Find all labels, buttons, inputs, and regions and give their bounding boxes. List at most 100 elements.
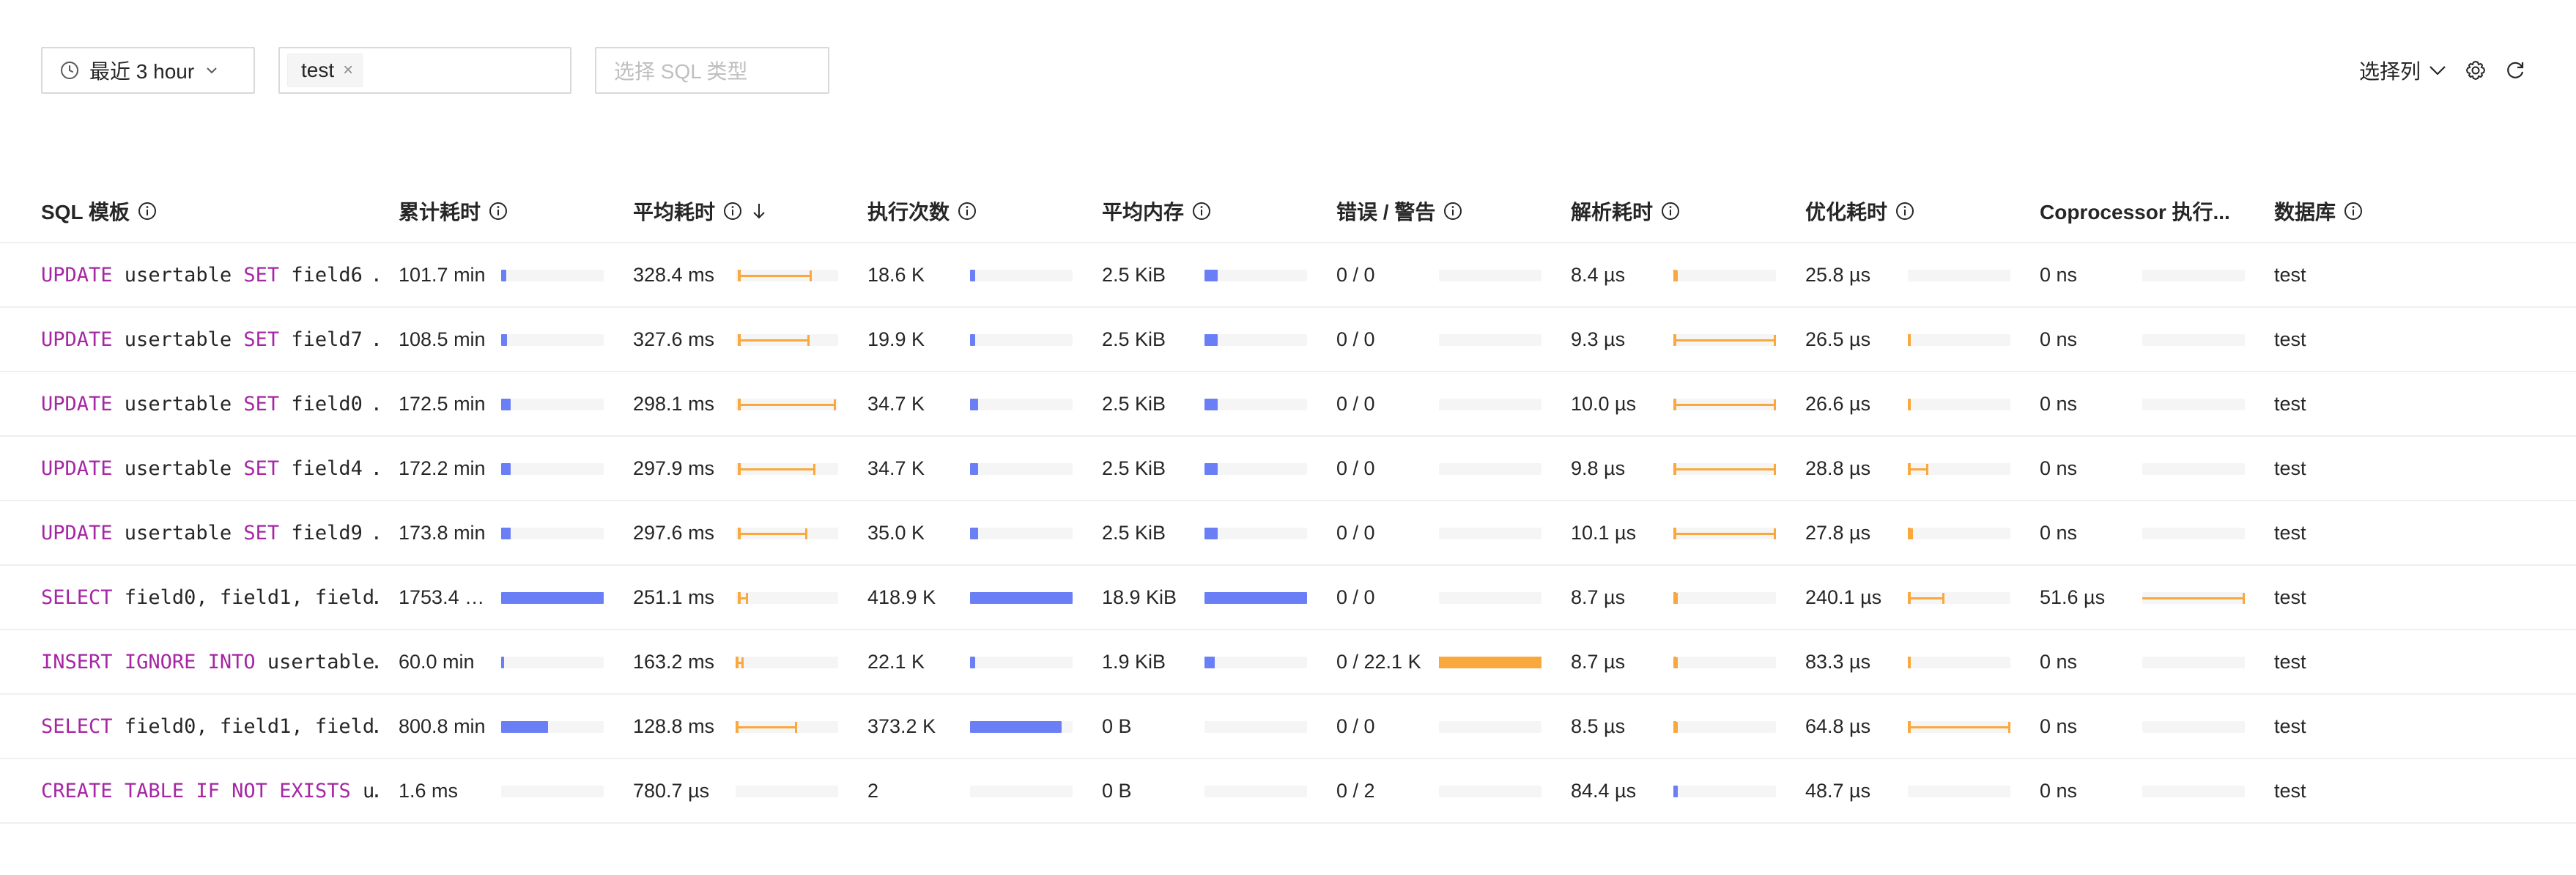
sum-latency-value: 172.5 min <box>399 392 486 415</box>
sql-keyword: UPDATE <box>41 263 113 287</box>
time-range-picker[interactable]: 最近 3 hour <box>41 47 255 94</box>
sort-descending-icon[interactable] <box>750 201 768 221</box>
sql-template-cell[interactable]: INSERT IGNORE INTO usertable… <box>41 630 378 693</box>
table-row[interactable]: SELECT field0, field1, field… 1753.4 … 251… <box>0 566 2576 630</box>
info-icon[interactable] <box>137 201 158 221</box>
parse-bar <box>1673 592 1776 604</box>
column-header-label: 错误 / 警告 <box>1336 201 1436 224</box>
sql-keyword: SET <box>243 263 280 287</box>
database-tag-label: test <box>301 59 335 81</box>
table-row[interactable]: UPDATE usertable SET field6 … 101.7 min 32… <box>0 243 2576 308</box>
table-row[interactable]: UPDATE usertable SET field9 … 173.8 min 29… <box>0 501 2576 566</box>
column-header-label: 数据库 <box>2274 201 2336 224</box>
table-tools: 选择列 <box>2359 53 2526 88</box>
errors-value: 0 / 0 <box>1336 715 1375 737</box>
avg-mem-value: 0 B <box>1102 779 1132 802</box>
db-value: test <box>2274 779 2306 802</box>
sql-template-cell[interactable]: UPDATE usertable SET field0 … <box>41 372 378 435</box>
sql-template-cell[interactable]: UPDATE usertable SET field7 … <box>41 308 378 371</box>
errors-bar <box>1439 463 1541 475</box>
sql-text: u… <box>362 779 378 802</box>
db-value: test <box>2274 457 2306 479</box>
column-header[interactable]: 平均内存 <box>1102 180 1212 242</box>
compile-bar-cap <box>2008 722 2010 733</box>
avg-latency-bar-mean <box>738 528 741 539</box>
info-icon[interactable] <box>488 201 508 221</box>
info-icon[interactable] <box>1660 201 1681 221</box>
compile-bar <box>1908 786 2010 797</box>
avg-latency-bar-mean <box>736 721 739 733</box>
cop-value: 0 ns <box>2040 392 2078 415</box>
info-icon[interactable] <box>1895 201 1915 221</box>
exec-count-value: 35.0 K <box>867 521 925 544</box>
avg-mem-value: 2.5 KiB <box>1102 328 1166 350</box>
sql-template-cell[interactable]: UPDATE usertable SET field6 … <box>41 243 378 306</box>
avg-mem-value: 2.5 KiB <box>1102 457 1166 479</box>
parse-value: 9.3 µs <box>1571 328 1626 350</box>
avg-latency-bar-cap <box>807 335 810 346</box>
parse-bar <box>1673 657 1776 668</box>
db-value: test <box>2274 650 2306 673</box>
column-header[interactable]: 数据库 <box>2274 180 2364 242</box>
column-selector-label: 选择列 <box>2358 60 2421 83</box>
parse-bar-mean <box>1673 399 1676 410</box>
column-header[interactable]: Coprocessor 执行... <box>2040 180 2230 242</box>
sql-template-cell[interactable]: UPDATE usertable SET field4 … <box>41 437 378 500</box>
info-icon[interactable] <box>957 201 977 221</box>
sql-template-cell[interactable]: SELECT field0, field1, field… <box>41 566 378 629</box>
avg-latency-bar-cap <box>746 593 748 604</box>
chevron-down-icon <box>2429 66 2446 75</box>
column-header[interactable]: 解析耗时 <box>1571 180 1681 242</box>
sum-latency-bar-fill <box>501 270 506 281</box>
column-header[interactable]: 错误 / 警告 <box>1336 180 1463 242</box>
parse-bar-fill <box>1673 786 1678 797</box>
avg-latency-bar <box>736 592 838 604</box>
database-select[interactable]: test × <box>278 47 571 94</box>
avg-latency-value: 297.9 ms <box>633 457 715 479</box>
sql-template-cell[interactable]: SELECT field0, field1, field… <box>41 695 378 758</box>
compile-bar-whisker <box>1908 468 1928 470</box>
table-row[interactable]: SELECT field0, field1, field… 800.8 min 12… <box>0 695 2576 759</box>
errors-bar <box>1439 786 1541 797</box>
info-icon[interactable] <box>2343 201 2364 221</box>
sql-text: usertable <box>112 392 244 416</box>
sql-keyword: INSERT <box>41 650 113 673</box>
avg-latency-bar-whisker <box>738 533 807 535</box>
parse-bar-mean <box>1673 463 1676 475</box>
info-icon[interactable] <box>1191 201 1212 221</box>
column-header[interactable]: 执行次数 <box>867 180 977 242</box>
table-row[interactable]: CREATE TABLE IF NOT EXISTS u… 1.6 ms 780.7… <box>0 759 2576 824</box>
sql-type-select[interactable]: 选择 SQL 类型 <box>595 47 829 94</box>
table-row[interactable]: INSERT IGNORE INTO usertable… 60.0 min 163… <box>0 630 2576 695</box>
avg-latency-bar-mean <box>738 463 741 475</box>
reload-button[interactable] <box>2504 59 2526 81</box>
column-header[interactable]: SQL 模板 <box>41 180 158 242</box>
compile-bar-cap <box>1942 593 1944 604</box>
table-row[interactable]: UPDATE usertable SET field7 … 108.5 min 32… <box>0 308 2576 372</box>
sql-template-cell[interactable]: CREATE TABLE IF NOT EXISTS u… <box>41 759 378 822</box>
info-icon[interactable] <box>722 201 743 221</box>
column-selector-button[interactable]: 选择列 <box>2359 56 2447 85</box>
close-icon[interactable]: × <box>343 60 353 81</box>
sum-latency-bar-fill <box>501 528 511 539</box>
avg-mem-bar <box>1204 399 1307 410</box>
sql-template-cell[interactable]: UPDATE usertable SET field9 … <box>41 501 378 564</box>
avg-mem-bar-fill <box>1204 270 1218 281</box>
info-icon[interactable] <box>1443 201 1463 221</box>
table-row[interactable]: UPDATE usertable SET field4 … 172.2 min 29… <box>0 437 2576 501</box>
errors-value: 0 / 0 <box>1336 263 1375 286</box>
column-header[interactable]: 优化耗时 <box>1805 180 1915 242</box>
sql-keyword: SET <box>243 521 280 544</box>
sql-keyword: SELECT <box>41 715 113 738</box>
column-header[interactable]: 平均耗时 <box>633 180 768 242</box>
column-header[interactable]: 累计耗时 <box>399 180 508 242</box>
parse-bar <box>1673 786 1776 797</box>
time-range-label: 最近 3 hour <box>89 60 195 83</box>
table-row[interactable]: UPDATE usertable SET field0 … 172.5 min 29… <box>0 372 2576 437</box>
settings-button[interactable] <box>2465 59 2487 81</box>
sum-latency-bar-fill <box>501 657 504 668</box>
errors-value: 0 / 0 <box>1336 328 1375 350</box>
sum-latency-value: 108.5 min <box>399 328 486 350</box>
